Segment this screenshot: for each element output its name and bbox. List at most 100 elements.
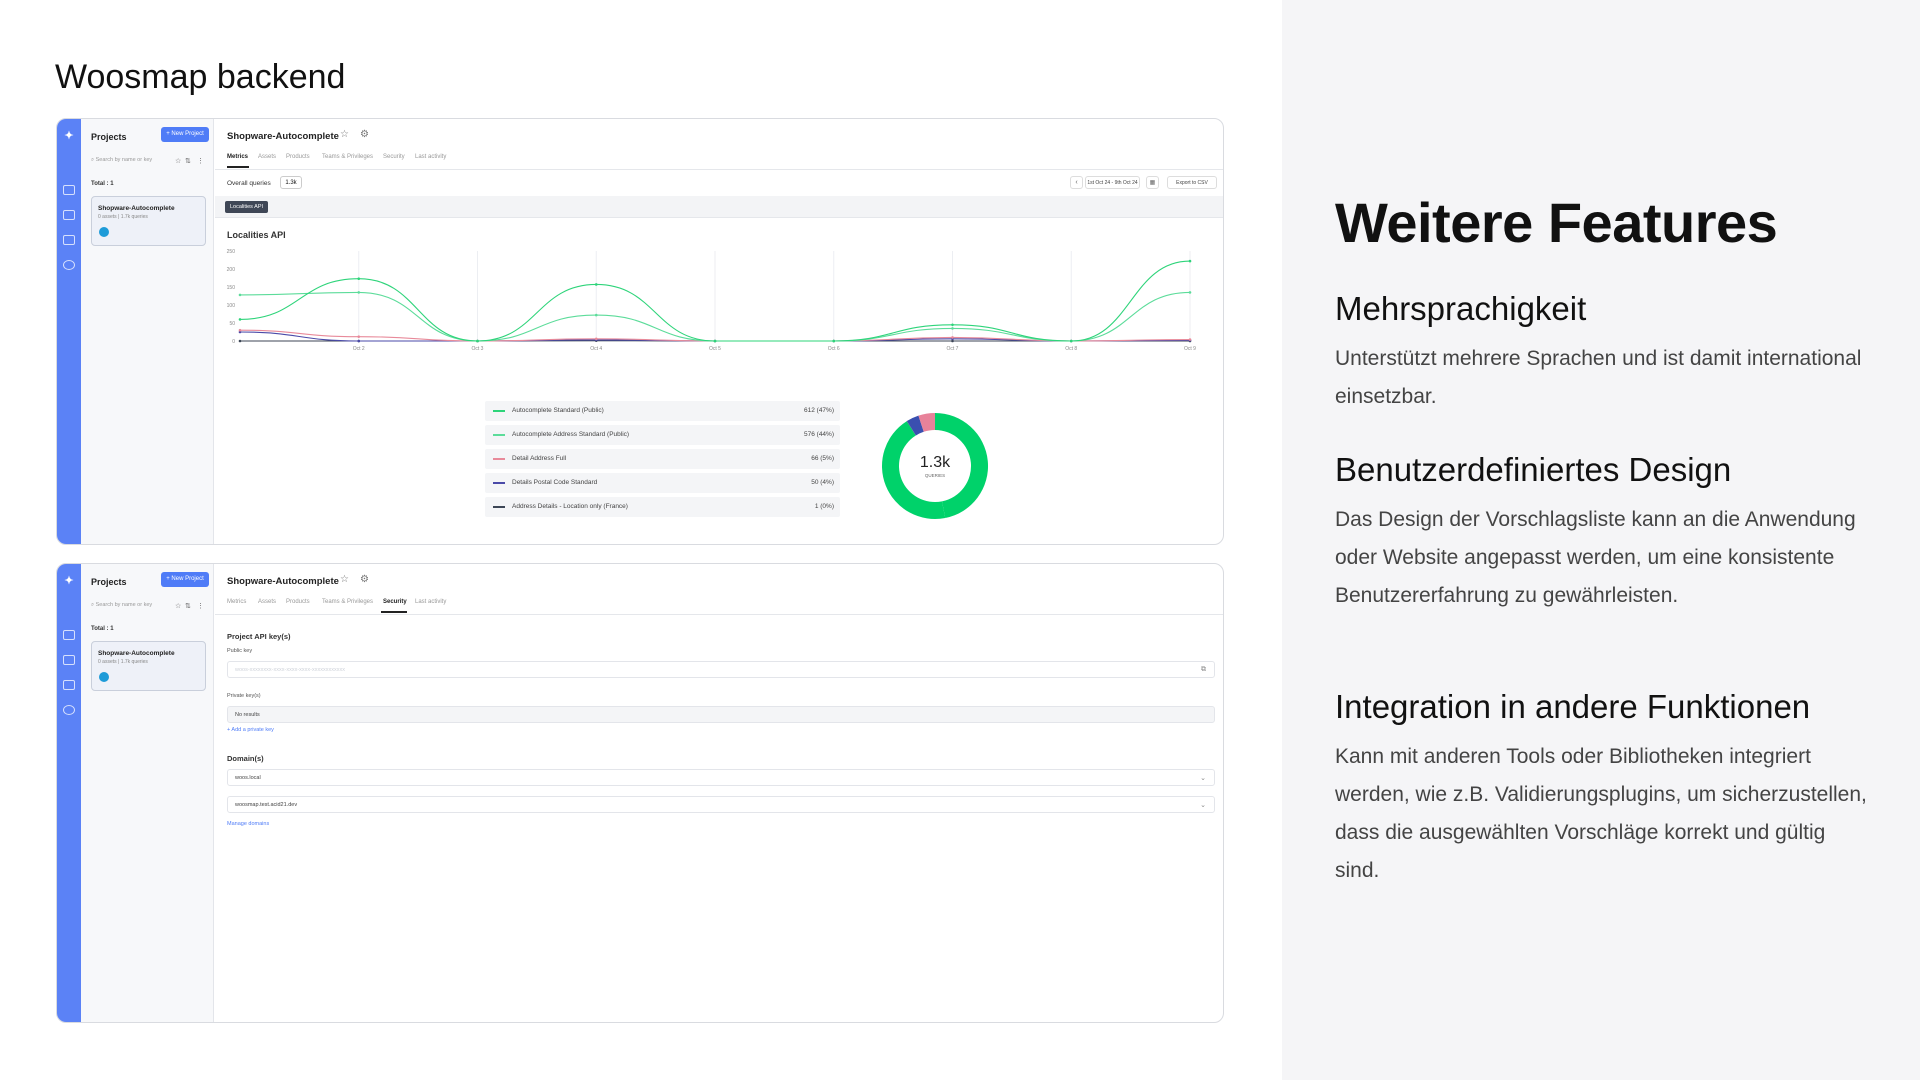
project-card[interactable]: Shopware-Autocomplete 0 assets | 1.7k qu… bbox=[91, 641, 206, 691]
export-csv-button[interactable]: Export to CSV bbox=[1167, 176, 1217, 189]
legend-row: Autocomplete Address Standard (Public) 57… bbox=[485, 425, 840, 445]
data-point bbox=[238, 318, 242, 321]
metrics-main: Shopware-Autocomplete ☆ ⚙ Metrics Assets… bbox=[215, 119, 1223, 544]
legend-value: 576 (44%) bbox=[804, 431, 834, 438]
legend-swatch bbox=[493, 506, 505, 508]
y-tick-label: 50 bbox=[229, 321, 235, 327]
project-card-name: Shopware-Autocomplete bbox=[98, 205, 175, 212]
sort-icon[interactable]: ⇅ bbox=[185, 157, 191, 165]
project-avatar bbox=[99, 672, 109, 682]
users-icon[interactable] bbox=[63, 705, 75, 715]
copy-icon[interactable] bbox=[63, 235, 75, 245]
tab-metrics[interactable]: Metrics bbox=[227, 599, 246, 605]
tab-last-activity[interactable]: Last activity bbox=[415, 154, 446, 160]
more-icon[interactable]: ⋮ bbox=[197, 157, 204, 165]
localities-api-chip[interactable]: Localities API bbox=[225, 201, 269, 213]
project-title: Shopware-Autocomplete bbox=[227, 131, 339, 142]
chevron-down-icon[interactable]: ⌄ bbox=[1200, 801, 1206, 809]
favorite-filter-icon[interactable]: ☆ bbox=[175, 157, 181, 165]
x-tick-label: Oct 4 bbox=[590, 346, 602, 352]
slide-title: Woosmap backend bbox=[55, 58, 346, 96]
data-point bbox=[594, 283, 598, 286]
new-project-button[interactable]: + New Project bbox=[161, 572, 209, 587]
legend-value: 612 (47%) bbox=[804, 407, 834, 414]
tab-security[interactable]: Security bbox=[383, 154, 405, 160]
projects-icon[interactable] bbox=[63, 210, 75, 220]
date-range-picker[interactable]: 1st Oct 24 - 9th Oct 24 bbox=[1085, 176, 1140, 189]
tab-teams-privileges[interactable]: Teams & Privileges bbox=[322, 154, 373, 160]
star-icon[interactable]: ☆ bbox=[340, 574, 349, 585]
sort-icon[interactable]: ⇅ bbox=[185, 602, 191, 610]
data-point bbox=[357, 291, 361, 294]
tab-last-activity[interactable]: Last activity bbox=[415, 599, 446, 605]
tab-assets[interactable]: Assets bbox=[258, 599, 276, 605]
projects-icon[interactable] bbox=[63, 655, 75, 665]
gear-icon[interactable]: ⚙ bbox=[360, 129, 369, 140]
api-filter-band: Localities API bbox=[215, 196, 1223, 218]
gear-icon[interactable]: ⚙ bbox=[360, 574, 369, 585]
project-avatar bbox=[99, 227, 109, 237]
nav-rail: ✦ bbox=[57, 564, 81, 1022]
copy-icon[interactable]: ⧉ bbox=[1201, 666, 1206, 674]
star-icon[interactable]: ☆ bbox=[340, 129, 349, 140]
search-placeholder: Search by name or key bbox=[95, 602, 153, 608]
tab-assets[interactable]: Assets bbox=[258, 154, 276, 160]
legend-value: 1 (0%) bbox=[814, 503, 834, 510]
projects-panel: Projects + New Project ⌕ Search by name … bbox=[81, 119, 214, 544]
overall-queries-label: Overall queries bbox=[227, 180, 271, 187]
data-point bbox=[238, 293, 242, 297]
tab-products[interactable]: Products bbox=[286, 154, 310, 160]
tabs-divider bbox=[215, 169, 1223, 170]
feature-description: Das Design der Vorschlagsliste kann an d… bbox=[1335, 508, 1856, 607]
security-main: Shopware-Autocomplete ☆ ⚙ Metrics Assets… bbox=[215, 564, 1223, 1022]
dashboard-icon[interactable] bbox=[63, 630, 75, 640]
data-point bbox=[238, 339, 242, 343]
data-point bbox=[594, 337, 598, 341]
y-tick-label: 250 bbox=[227, 249, 236, 255]
data-point bbox=[1188, 291, 1192, 294]
domain-row[interactable]: woosmap.test.acid21.dev ⌄ bbox=[227, 796, 1215, 813]
projects-title: Projects bbox=[91, 132, 127, 142]
legend-label: Address Details - Location only (France) bbox=[512, 503, 628, 510]
feature-title: Mehrsprachigkeit bbox=[1335, 290, 1587, 327]
data-point bbox=[238, 328, 242, 332]
data-point bbox=[357, 335, 361, 338]
copy-icon[interactable] bbox=[63, 680, 75, 690]
project-search-input[interactable]: ⌕ Search by name or key bbox=[91, 157, 171, 169]
tab-security[interactable]: Security bbox=[383, 599, 407, 605]
data-point bbox=[1069, 339, 1073, 343]
public-key-field[interactable]: woos-xxxxxxxx-xxxx-xxxx-xxxx-xxxxxxxxxxx… bbox=[227, 661, 1215, 678]
chevron-left-icon[interactable]: ‹ bbox=[1070, 176, 1083, 189]
metrics-screenshot: ✦ Projects + New Project ⌕ Search by nam… bbox=[56, 118, 1224, 545]
users-icon[interactable] bbox=[63, 260, 75, 270]
chart-legend: Autocomplete Standard (Public) 612 (47%) A… bbox=[485, 401, 840, 521]
domain-row[interactable]: woos.local ⌄ bbox=[227, 769, 1215, 786]
chevron-down-icon[interactable]: ⌄ bbox=[1200, 774, 1206, 782]
project-search-input[interactable]: ⌕ Search by name or key bbox=[91, 602, 171, 614]
more-icon[interactable]: ⋮ bbox=[197, 602, 204, 610]
project-card-subtitle: 0 assets | 1.7k queries bbox=[98, 659, 148, 665]
tab-products[interactable]: Products bbox=[286, 599, 310, 605]
tab-teams-privileges[interactable]: Teams & Privileges bbox=[322, 599, 373, 605]
legend-swatch bbox=[493, 434, 505, 436]
dashboard-icon[interactable] bbox=[63, 185, 75, 195]
manage-domains-link[interactable]: Manage domains bbox=[227, 821, 269, 827]
data-point bbox=[951, 336, 954, 339]
donut-label: QUERIES bbox=[925, 473, 945, 478]
donut-chart: 1.3k QUERIES bbox=[881, 413, 989, 520]
add-private-key-link[interactable]: + Add a private key bbox=[227, 727, 274, 733]
favorite-filter-icon[interactable]: ☆ bbox=[175, 602, 181, 610]
x-tick-label: Oct 8 bbox=[1065, 346, 1077, 352]
tab-metrics[interactable]: Metrics bbox=[227, 154, 248, 160]
calendar-icon[interactable]: ▦ bbox=[1146, 176, 1159, 189]
legend-label: Detail Address Full bbox=[512, 455, 567, 462]
x-tick-label: Oct 5 bbox=[709, 346, 721, 352]
project-card[interactable]: Shopware-Autocomplete 0 assets | 1.7k qu… bbox=[91, 196, 206, 246]
data-point bbox=[1188, 338, 1192, 341]
legend-row: Autocomplete Standard (Public) 612 (47%) bbox=[485, 401, 840, 421]
chart-title: Localities API bbox=[227, 230, 286, 240]
private-keys-field: No results bbox=[227, 706, 1215, 723]
new-project-button[interactable]: + New Project bbox=[161, 127, 209, 142]
data-point bbox=[951, 323, 954, 327]
y-tick-label: 100 bbox=[227, 303, 236, 309]
